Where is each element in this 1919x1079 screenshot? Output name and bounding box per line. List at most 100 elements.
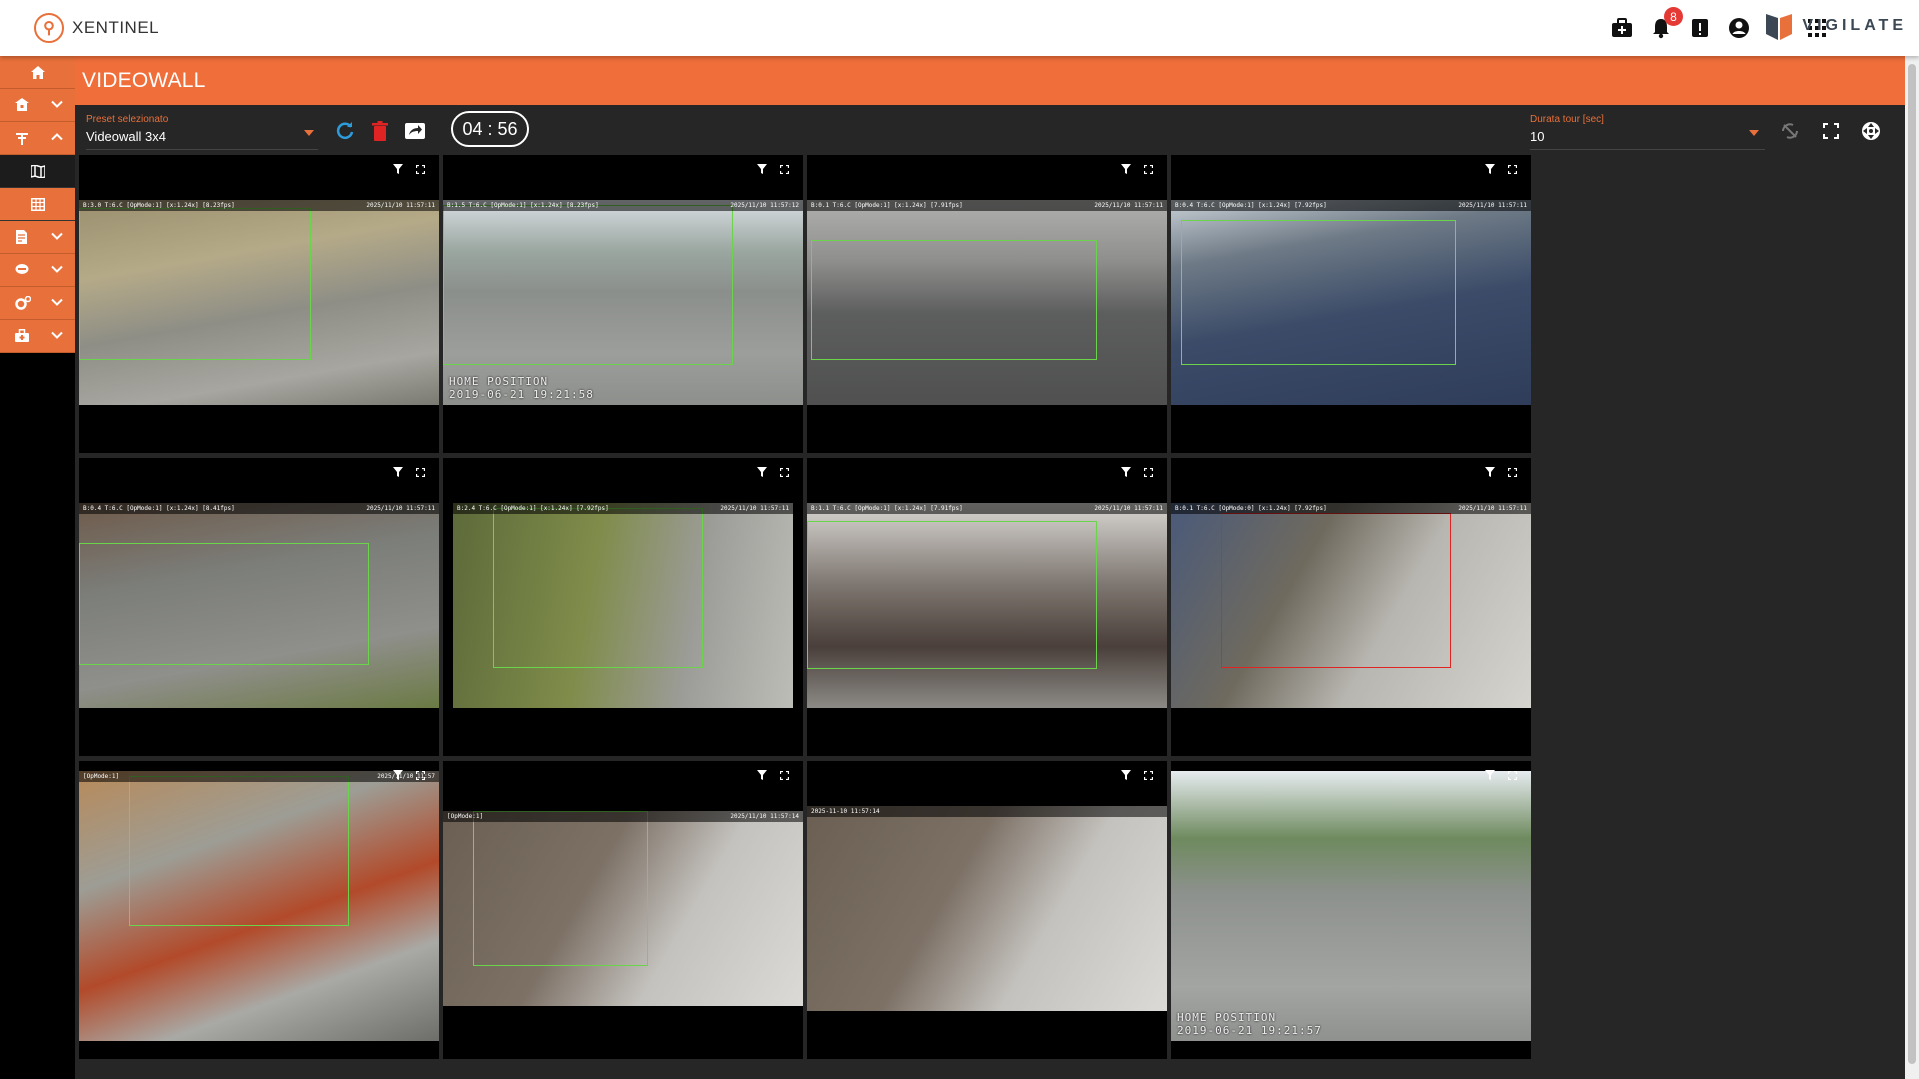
camera-feed[interactable]: [OpMode:1] 2025/11/10 11:57 (79, 771, 439, 1041)
camera-osd: 2025-11-10 11:57:14 (807, 806, 1167, 817)
scrollbar-thumb[interactable] (1908, 64, 1916, 1064)
top-bar: ⚲ XENTINEL 8 VIGILATE (0, 0, 1919, 56)
expand-icon[interactable] (415, 161, 426, 179)
camera-osd-info: B:0.1 T:6.C [OpMode:1] [x:1.24x] [7.91fp… (811, 202, 963, 209)
camera-osd: B:2.4 T:6.C [OpMode:1] [x:1.24x] [7.92fp… (453, 503, 793, 514)
page-scrollbar[interactable] (1905, 56, 1919, 1079)
tour-duration-select[interactable]: Durata tour [sec] 10 (1530, 114, 1765, 150)
camera-tile-header (79, 458, 439, 488)
account-icon[interactable] (1727, 16, 1751, 40)
sidebar-item-devices[interactable] (0, 122, 75, 155)
camera-tile[interactable]: B:1.5 T:6.C [OpMode:1] [x:1.24x] [8.23fp… (443, 155, 803, 453)
stop-tour-button[interactable] (1777, 118, 1803, 144)
sidebar-item-reports[interactable] (0, 221, 75, 254)
camera-feed[interactable]: B:3.0 T:6.C [OpMode:1] [x:1.24x] [8.23fp… (79, 200, 439, 405)
toolbox-icon (15, 329, 29, 342)
expand-icon[interactable] (1143, 464, 1154, 482)
camera-feed[interactable]: HOME POSITION 2019-06-21 19:21:57 (1171, 771, 1531, 1041)
camera-tile-header (79, 155, 439, 185)
filter-icon[interactable] (1485, 161, 1495, 179)
emergency-kit-icon[interactable] (1610, 16, 1634, 40)
camera-tile-header (1171, 155, 1531, 185)
camera-tile[interactable]: B:0.4 T:6.C [OpMode:1] [x:1.24x] [8.41fp… (79, 458, 439, 756)
sidebar-item-cameras[interactable] (0, 254, 75, 287)
preset-select[interactable]: Preset selezionato Videowall 3x4 (86, 114, 318, 150)
filter-icon[interactable] (757, 161, 767, 179)
delete-button[interactable] (367, 118, 393, 144)
sidebar-item-sites[interactable] (0, 89, 75, 122)
fullscreen-button[interactable] (1818, 118, 1844, 144)
camera-feed[interactable]: [OpMode:1] 2025/11/10 11:57:14 (443, 811, 803, 1006)
filter-icon[interactable] (1121, 161, 1131, 179)
share-button[interactable] (402, 118, 428, 144)
building-icon (15, 98, 29, 111)
camera-tile[interactable]: B:3.0 T:6.C [OpMode:1] [x:1.24x] [8.23fp… (79, 155, 439, 453)
sidebar-item-tools[interactable] (0, 320, 75, 353)
expand-icon[interactable] (1507, 464, 1518, 482)
camera-tile[interactable]: B:0.1 T:6.C [OpMode:0] [x:1.24x] [7.92fp… (1171, 458, 1531, 756)
notifications-bell-icon[interactable]: 8 (1649, 7, 1683, 40)
duration-value: 10 (1530, 129, 1545, 144)
camera-tile[interactable]: [OpMode:1] 2025/11/10 11:57 (79, 761, 439, 1059)
xentinel-logo-icon: ⚲ (34, 13, 64, 43)
detection-zone (79, 208, 311, 360)
duration-label: Durata tour [sec] (1530, 114, 1604, 125)
filter-icon[interactable] (757, 767, 767, 785)
sidebar-item-home[interactable] (0, 56, 75, 89)
brand[interactable]: ⚲ XENTINEL (34, 12, 159, 44)
filter-icon[interactable] (1121, 464, 1131, 482)
camera-feed[interactable]: B:0.1 T:6.C [OpMode:1] [x:1.24x] [7.91fp… (807, 200, 1167, 405)
camera-tile[interactable]: B:2.4 T:6.C [OpMode:1] [x:1.24x] [7.92fp… (443, 458, 803, 756)
filter-icon[interactable] (393, 464, 403, 482)
camera-tile[interactable]: 2025-11-10 11:57:14 (807, 761, 1167, 1059)
camera-feed[interactable]: B:1.5 T:6.C [OpMode:1] [x:1.24x] [8.23fp… (443, 200, 803, 405)
expand-icon[interactable] (779, 767, 790, 785)
sidebar-item-map[interactable] (0, 155, 75, 188)
vigilate-logo-icon (1766, 14, 1793, 40)
detection-zone (129, 776, 349, 926)
camera-feed[interactable]: 2025-11-10 11:57:14 (807, 806, 1167, 1011)
filter-icon[interactable] (393, 161, 403, 179)
camera-osd-timestamp: 2025/11/10 11:57:14 (730, 813, 799, 820)
camera-tile-header (443, 458, 803, 488)
camera-feed[interactable]: B:0.4 T:6.C [OpMode:1] [x:1.24x] [7.92fp… (1171, 200, 1531, 405)
camera-tile[interactable]: [OpMode:1] 2025/11/10 11:57:14 (443, 761, 803, 1059)
expand-icon[interactable] (779, 161, 790, 179)
filter-icon[interactable] (1485, 767, 1495, 785)
camera-feed[interactable]: B:2.4 T:6.C [OpMode:1] [x:1.24x] [7.92fp… (453, 503, 793, 708)
alert-icon[interactable] (1688, 16, 1712, 40)
camera-osd-info: B:1.5 T:6.C [OpMode:1] [x:1.24x] [8.23fp… (447, 202, 599, 209)
detection-zone (1181, 220, 1456, 365)
expand-icon[interactable] (415, 464, 426, 482)
expand-icon[interactable] (1507, 161, 1518, 179)
dropdown-arrow-icon (304, 130, 314, 136)
filter-icon[interactable] (757, 464, 767, 482)
camera-feed[interactable]: B:0.1 T:6.C [OpMode:0] [x:1.24x] [7.92fp… (1171, 503, 1531, 708)
camera-tile[interactable]: HOME POSITION 2019-06-21 19:21:57 (1171, 761, 1531, 1059)
chevron-down-icon (51, 232, 63, 240)
camera-tile[interactable]: B:0.4 T:6.C [OpMode:1] [x:1.24x] [7.92fp… (1171, 155, 1531, 453)
refresh-button[interactable] (332, 118, 358, 144)
filter-icon[interactable] (1485, 464, 1495, 482)
expand-icon[interactable] (1143, 161, 1154, 179)
sidebar-item-settings[interactable] (0, 287, 75, 320)
camera-tile-header (1171, 761, 1531, 791)
camera-tile-header (1171, 458, 1531, 488)
camera-icon (15, 264, 29, 274)
expand-icon[interactable] (1507, 767, 1518, 785)
grid-icon (30, 197, 45, 211)
expand-icon[interactable] (1143, 767, 1154, 785)
camera-feed[interactable]: B:0.4 T:6.C [OpMode:1] [x:1.24x] [8.41fp… (79, 503, 439, 708)
camera-tile-header (807, 458, 1167, 488)
sidebar-item-videowall[interactable] (0, 188, 75, 221)
camera-feed[interactable]: B:1.1 T:6.C [OpMode:1] [x:1.24x] [7.91fp… (807, 503, 1167, 708)
filter-icon[interactable] (393, 767, 403, 785)
camera-tile-header (807, 155, 1167, 185)
filter-icon[interactable] (1121, 767, 1131, 785)
pan-control-button[interactable] (1858, 118, 1884, 144)
expand-icon[interactable] (415, 767, 426, 785)
camera-tile[interactable]: B:0.1 T:6.C [OpMode:1] [x:1.24x] [7.91fp… (807, 155, 1167, 453)
camera-tile[interactable]: B:1.1 T:6.C [OpMode:1] [x:1.24x] [7.91fp… (807, 458, 1167, 756)
expand-icon[interactable] (779, 464, 790, 482)
app-name: XENTINEL (72, 18, 160, 37)
